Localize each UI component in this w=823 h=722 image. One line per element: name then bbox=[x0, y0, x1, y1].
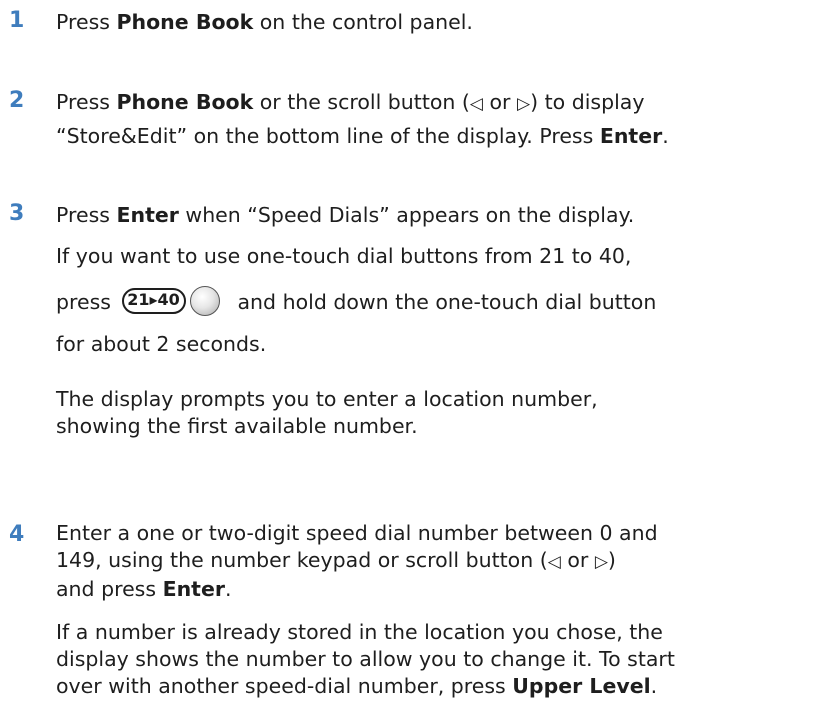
step-2-text: Press Phone Book or the scroll button (◁… bbox=[56, 86, 821, 152]
text-run: or bbox=[483, 90, 518, 114]
enter-key-name: Enter bbox=[116, 203, 179, 227]
text-run: “Store&Edit” on the bottom line of the d… bbox=[56, 124, 600, 148]
step-3-line-5: The display prompts you to enter a locat… bbox=[56, 387, 598, 411]
step-4-line-1: Enter a one or two-digit speed dial numb… bbox=[56, 521, 658, 545]
step-3-line-2: If you want to use one-touch dial button… bbox=[56, 244, 632, 268]
text-run: press bbox=[56, 290, 111, 314]
text-run: Press bbox=[56, 203, 117, 227]
text-run: ) to display bbox=[530, 90, 645, 114]
step-4-text: Enter a one or two-digit speed dial numb… bbox=[56, 520, 821, 700]
text-run: and hold down the one-touch dial button bbox=[237, 290, 657, 314]
step-4-line-4: If a number is already stored in the loc… bbox=[56, 620, 663, 644]
text-run: Press bbox=[56, 90, 117, 114]
step-number: 4 bbox=[9, 522, 25, 547]
scroll-left-arrow-icon: ◁ bbox=[469, 94, 483, 114]
text-run: or bbox=[560, 548, 595, 572]
upper-level-key-name: Upper Level bbox=[512, 674, 651, 698]
step-3-text: Press Enter when “Speed Dials” appears o… bbox=[56, 199, 821, 440]
phone-book-key-name: Phone Book bbox=[116, 90, 254, 114]
step-number: 2 bbox=[9, 88, 25, 113]
text-run: . bbox=[225, 577, 232, 601]
phone-book-key-name: Phone Book bbox=[116, 10, 254, 34]
scroll-right-arrow-icon: ▷ bbox=[517, 94, 531, 114]
text-run: Press bbox=[56, 10, 117, 34]
step-4-line-3: and press Enter. bbox=[56, 576, 821, 603]
step-2-line-1: Press Phone Book or the scroll button (◁… bbox=[56, 86, 821, 120]
step-4-line-2: 149, using the number keypad or scroll b… bbox=[56, 547, 821, 576]
step-3-line-1: Press Enter when “Speed Dials” appears o… bbox=[56, 199, 821, 231]
step-number: 1 bbox=[9, 8, 25, 33]
21-40-shift-key-icon: 21▸40 bbox=[121, 288, 186, 314]
step-4-line-6: over with another speed-dial number, pre… bbox=[56, 673, 821, 700]
enter-key-name: Enter bbox=[162, 577, 225, 601]
text-run: ) bbox=[607, 548, 616, 572]
text-run: or the scroll button ( bbox=[253, 90, 470, 114]
scroll-left-arrow-icon: ◁ bbox=[547, 552, 561, 572]
step-2-line-2: “Store&Edit” on the bottom line of the d… bbox=[56, 120, 821, 152]
one-touch-dial-button-icon bbox=[189, 286, 220, 316]
step-1-text: Press Phone Book on the control panel. bbox=[56, 6, 821, 38]
step-number: 3 bbox=[9, 201, 25, 226]
text-run: when “Speed Dials” appears on the displa… bbox=[178, 203, 635, 227]
step-3-line-6: showing the first available number. bbox=[56, 414, 418, 438]
enter-key-name: Enter bbox=[599, 124, 663, 148]
text-run: and press bbox=[56, 577, 163, 601]
text-run: . bbox=[650, 674, 658, 698]
scroll-right-arrow-icon: ▷ bbox=[594, 552, 608, 572]
text-run: over with another speed-dial number, pre… bbox=[56, 674, 513, 698]
step-3-line-3: press 21▸40 and hold down the one-touch d… bbox=[56, 286, 821, 318]
step-3-line-4: for about 2 seconds. bbox=[56, 332, 267, 356]
step-4-line-5: display shows the number to allow you to… bbox=[56, 647, 675, 671]
text-run: on the control panel. bbox=[253, 10, 473, 34]
text-run: 149, using the number keypad or scroll b… bbox=[56, 548, 548, 572]
text-run: . bbox=[662, 124, 669, 148]
